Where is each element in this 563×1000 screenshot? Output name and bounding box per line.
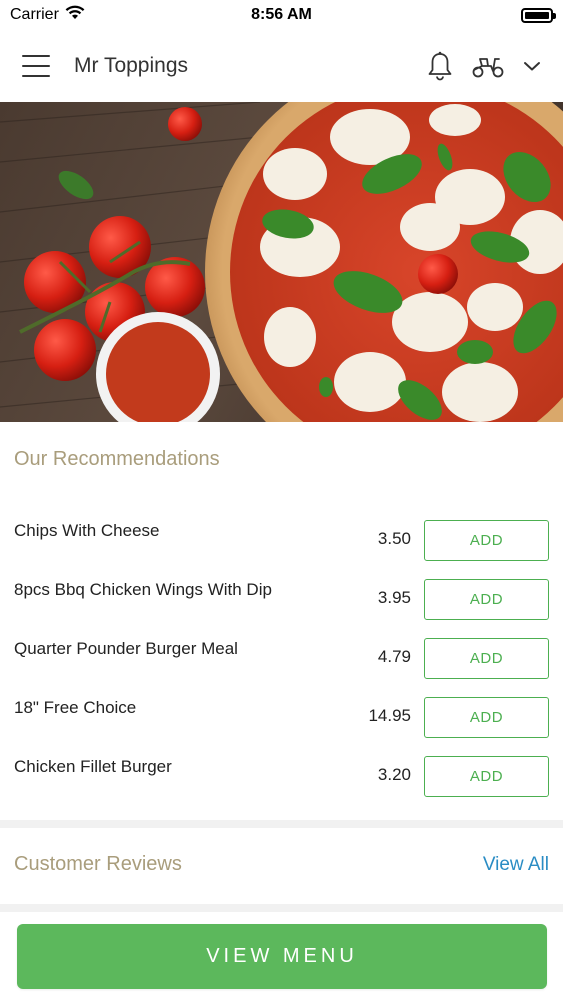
status-bar: Carrier 8:56 AM xyxy=(0,0,563,30)
item-price: 3.20 xyxy=(377,765,411,784)
section-divider xyxy=(0,904,563,912)
status-left: Carrier xyxy=(10,5,85,25)
battery-fill xyxy=(525,11,549,19)
chevron-down-icon[interactable] xyxy=(523,60,541,72)
reviews-title: Customer Reviews xyxy=(14,853,182,875)
list-item: Chips With Cheese 3.50 ADD xyxy=(0,510,563,569)
add-button[interactable]: ADD xyxy=(424,756,549,797)
item-name: Chips With Cheese xyxy=(14,521,160,540)
app-header: Mr Toppings xyxy=(0,30,563,102)
item-name: 8pcs Bbq Chicken Wings With Dip xyxy=(14,580,272,599)
menu-icon[interactable] xyxy=(22,55,50,77)
add-button[interactable]: ADD xyxy=(424,638,549,679)
recommendations-title: Our Recommendations xyxy=(14,448,220,470)
scooter-icon[interactable] xyxy=(471,53,505,79)
list-item: 18" Free Choice 14.95 ADD xyxy=(0,687,563,746)
list-item: Quarter Pounder Burger Meal 4.79 ADD xyxy=(0,628,563,687)
item-name: Quarter Pounder Burger Meal xyxy=(14,639,238,658)
add-button[interactable]: ADD xyxy=(424,579,549,620)
bell-icon[interactable] xyxy=(427,51,453,81)
item-price: 3.50 xyxy=(377,529,411,548)
item-price: 14.95 xyxy=(368,706,411,725)
wifi-icon xyxy=(65,5,85,25)
hero-image xyxy=(0,102,563,422)
item-price: 3.95 xyxy=(377,588,411,607)
add-button[interactable]: ADD xyxy=(424,697,549,738)
item-price: 4.79 xyxy=(377,647,411,666)
section-divider xyxy=(0,820,563,828)
view-menu-button[interactable]: VIEW MENU xyxy=(17,924,547,989)
page-title: Mr Toppings xyxy=(74,54,189,77)
list-item: 8pcs Bbq Chicken Wings With Dip 3.95 ADD xyxy=(0,569,563,628)
header-actions xyxy=(427,51,541,81)
view-all-link[interactable]: View All xyxy=(483,854,549,876)
recommendations-list: Chips With Cheese 3.50 ADD 8pcs Bbq Chic… xyxy=(0,510,563,805)
add-button[interactable]: ADD xyxy=(424,520,549,561)
item-name: Chicken Fillet Burger xyxy=(14,757,172,776)
battery-icon xyxy=(521,7,556,23)
item-name: 18" Free Choice xyxy=(14,698,137,717)
carrier-label: Carrier xyxy=(10,6,59,23)
list-item: Chicken Fillet Burger 3.20 ADD xyxy=(0,746,563,805)
